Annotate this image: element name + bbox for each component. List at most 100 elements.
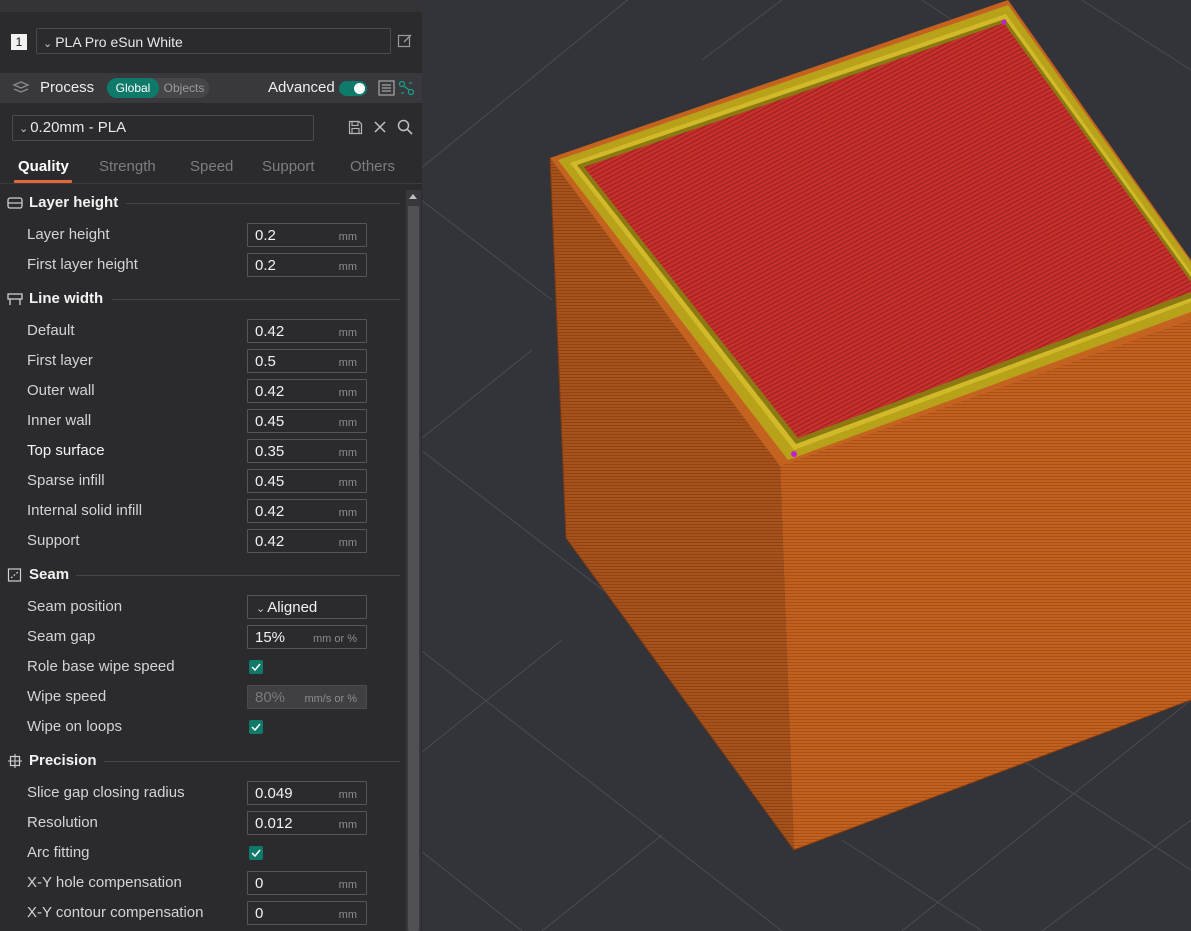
active-tab-indicator xyxy=(14,180,72,183)
scope-toggle: Global Objects xyxy=(107,78,209,98)
seam-position-value: Aligned xyxy=(267,599,318,616)
default-line-width-input[interactable]: 0.42 mm xyxy=(247,319,367,343)
field-unit: mm xyxy=(338,387,357,399)
field-value: 0.049 xyxy=(255,785,293,802)
role-base-wipe-speed-checkbox[interactable] xyxy=(249,660,263,674)
field-value: 0.2 xyxy=(255,227,276,244)
setting-label: Sparse infill xyxy=(27,472,105,489)
field-unit: mm xyxy=(338,231,357,243)
setting-row: X-Y contour compensation 0 mm xyxy=(0,901,400,925)
top-surface-line-width-input[interactable]: 0.35 mm xyxy=(247,439,367,463)
setting-row: Layer height 0.2 mm xyxy=(0,223,400,247)
wipe-on-loops-checkbox[interactable] xyxy=(249,720,263,734)
first-layer-height-input[interactable]: 0.2 mm xyxy=(247,253,367,277)
setting-label: Default xyxy=(27,322,75,339)
3d-viewport[interactable] xyxy=(422,0,1191,931)
field-value: 0.012 xyxy=(255,815,293,832)
section-title: Precision xyxy=(29,752,97,769)
xy-hole-compensation-input[interactable]: 0 mm xyxy=(247,871,367,895)
field-value: 0 xyxy=(255,875,264,892)
section-divider xyxy=(76,575,400,576)
support-line-width-input[interactable]: 0.42 mm xyxy=(247,529,367,553)
setting-label: Layer height xyxy=(27,226,110,243)
chevron-down-icon: ⌄ xyxy=(19,123,29,135)
field-unit: mm xyxy=(338,789,357,801)
section-divider xyxy=(104,761,400,762)
field-unit: mm xyxy=(338,537,357,549)
process-label: Process xyxy=(40,79,95,96)
setting-label: Top surface xyxy=(27,442,105,459)
checkmark-icon xyxy=(251,723,261,732)
setting-row: Support 0.42 mm xyxy=(0,529,400,553)
compare-icon[interactable] xyxy=(398,80,415,96)
field-value: 0.2 xyxy=(255,257,276,274)
arc-fitting-checkbox[interactable] xyxy=(249,846,263,860)
section-title: Line width xyxy=(29,290,104,307)
setting-label: Outer wall xyxy=(27,382,95,399)
setting-row: Default 0.42 mm xyxy=(0,319,400,343)
filament-select[interactable]: ⌄ PLA Pro eSun White xyxy=(36,28,391,54)
resolution-input[interactable]: 0.012 mm xyxy=(247,811,367,835)
scope-global-button[interactable]: Global xyxy=(107,78,159,98)
scrollbar-thumb[interactable] xyxy=(408,206,419,931)
field-value: 0.35 xyxy=(255,443,285,460)
wipe-speed-input: 80% mm/s or % xyxy=(247,685,367,709)
internal-solid-infill-line-width-input[interactable]: 0.42 mm xyxy=(247,499,367,523)
setting-label: Arc fitting xyxy=(27,844,90,861)
tab-others[interactable]: Others xyxy=(350,158,395,175)
setting-row: Slice gap closing radius 0.049 mm xyxy=(0,781,400,805)
setting-row: Seam position ⌄ Aligned xyxy=(0,595,400,619)
chevron-down-icon: ⌄ xyxy=(256,603,266,615)
scroll-up-arrow-icon[interactable] xyxy=(409,194,417,199)
setting-label: Support xyxy=(27,532,80,549)
setting-label: X-Y hole compensation xyxy=(27,874,182,891)
setting-row: First layer height 0.2 mm xyxy=(0,253,400,277)
field-unit: mm xyxy=(338,819,357,831)
scene-canvas xyxy=(422,0,1191,931)
seam-gap-input[interactable]: 15% mm or % xyxy=(247,625,367,649)
sparse-infill-line-width-input[interactable]: 0.45 mm xyxy=(247,469,367,493)
field-unit: mm xyxy=(338,447,357,459)
scope-objects-button[interactable]: Objects xyxy=(161,78,207,98)
chevron-down-icon: ⌄ xyxy=(43,38,53,50)
filament-row: 1 ⌄ PLA Pro eSun White xyxy=(0,22,422,62)
close-icon[interactable] xyxy=(373,120,387,134)
setting-label: First layer xyxy=(27,352,93,369)
edit-icon[interactable] xyxy=(397,33,413,49)
tab-quality[interactable]: Quality xyxy=(18,158,69,175)
seam-icon xyxy=(7,568,22,582)
filament-name: PLA Pro eSun White xyxy=(55,34,183,50)
scrollbar[interactable] xyxy=(406,190,421,931)
layer-height-icon xyxy=(7,197,23,209)
seam-marker xyxy=(1001,19,1007,25)
line-width-icon xyxy=(7,293,23,305)
search-icon[interactable] xyxy=(397,119,413,135)
section-divider xyxy=(112,299,400,300)
tab-speed[interactable]: Speed xyxy=(190,158,233,175)
field-unit: mm xyxy=(338,909,357,921)
setting-label: First layer height xyxy=(27,256,138,273)
tab-strength[interactable]: Strength xyxy=(99,158,156,175)
field-value: 0.45 xyxy=(255,413,285,430)
save-icon[interactable] xyxy=(348,120,363,135)
field-unit: mm xyxy=(338,879,357,891)
layer-height-input[interactable]: 0.2 mm xyxy=(247,223,367,247)
preset-select[interactable]: ⌄ 0.20mm - PLA xyxy=(12,115,314,141)
first-layer-line-width-input[interactable]: 0.5 mm xyxy=(247,349,367,373)
list-view-icon[interactable] xyxy=(378,80,395,96)
field-unit: mm xyxy=(338,417,357,429)
advanced-toggle[interactable] xyxy=(339,81,367,96)
setting-row: Seam gap 15% mm or % xyxy=(0,625,400,649)
setting-row: Outer wall 0.42 mm xyxy=(0,379,400,403)
inner-wall-line-width-input[interactable]: 0.45 mm xyxy=(247,409,367,433)
slice-gap-closing-radius-input[interactable]: 0.049 mm xyxy=(247,781,367,805)
xy-contour-compensation-input[interactable]: 0 mm xyxy=(247,901,367,925)
section-title: Layer height xyxy=(29,194,119,211)
setting-label: Resolution xyxy=(27,814,98,831)
outer-wall-line-width-input[interactable]: 0.42 mm xyxy=(247,379,367,403)
field-unit: mm or % xyxy=(313,633,357,645)
layers-icon xyxy=(12,81,30,93)
seam-position-select[interactable]: ⌄ Aligned xyxy=(247,595,367,619)
filament-index-badge: 1 xyxy=(11,34,27,50)
tab-support[interactable]: Support xyxy=(262,158,315,175)
